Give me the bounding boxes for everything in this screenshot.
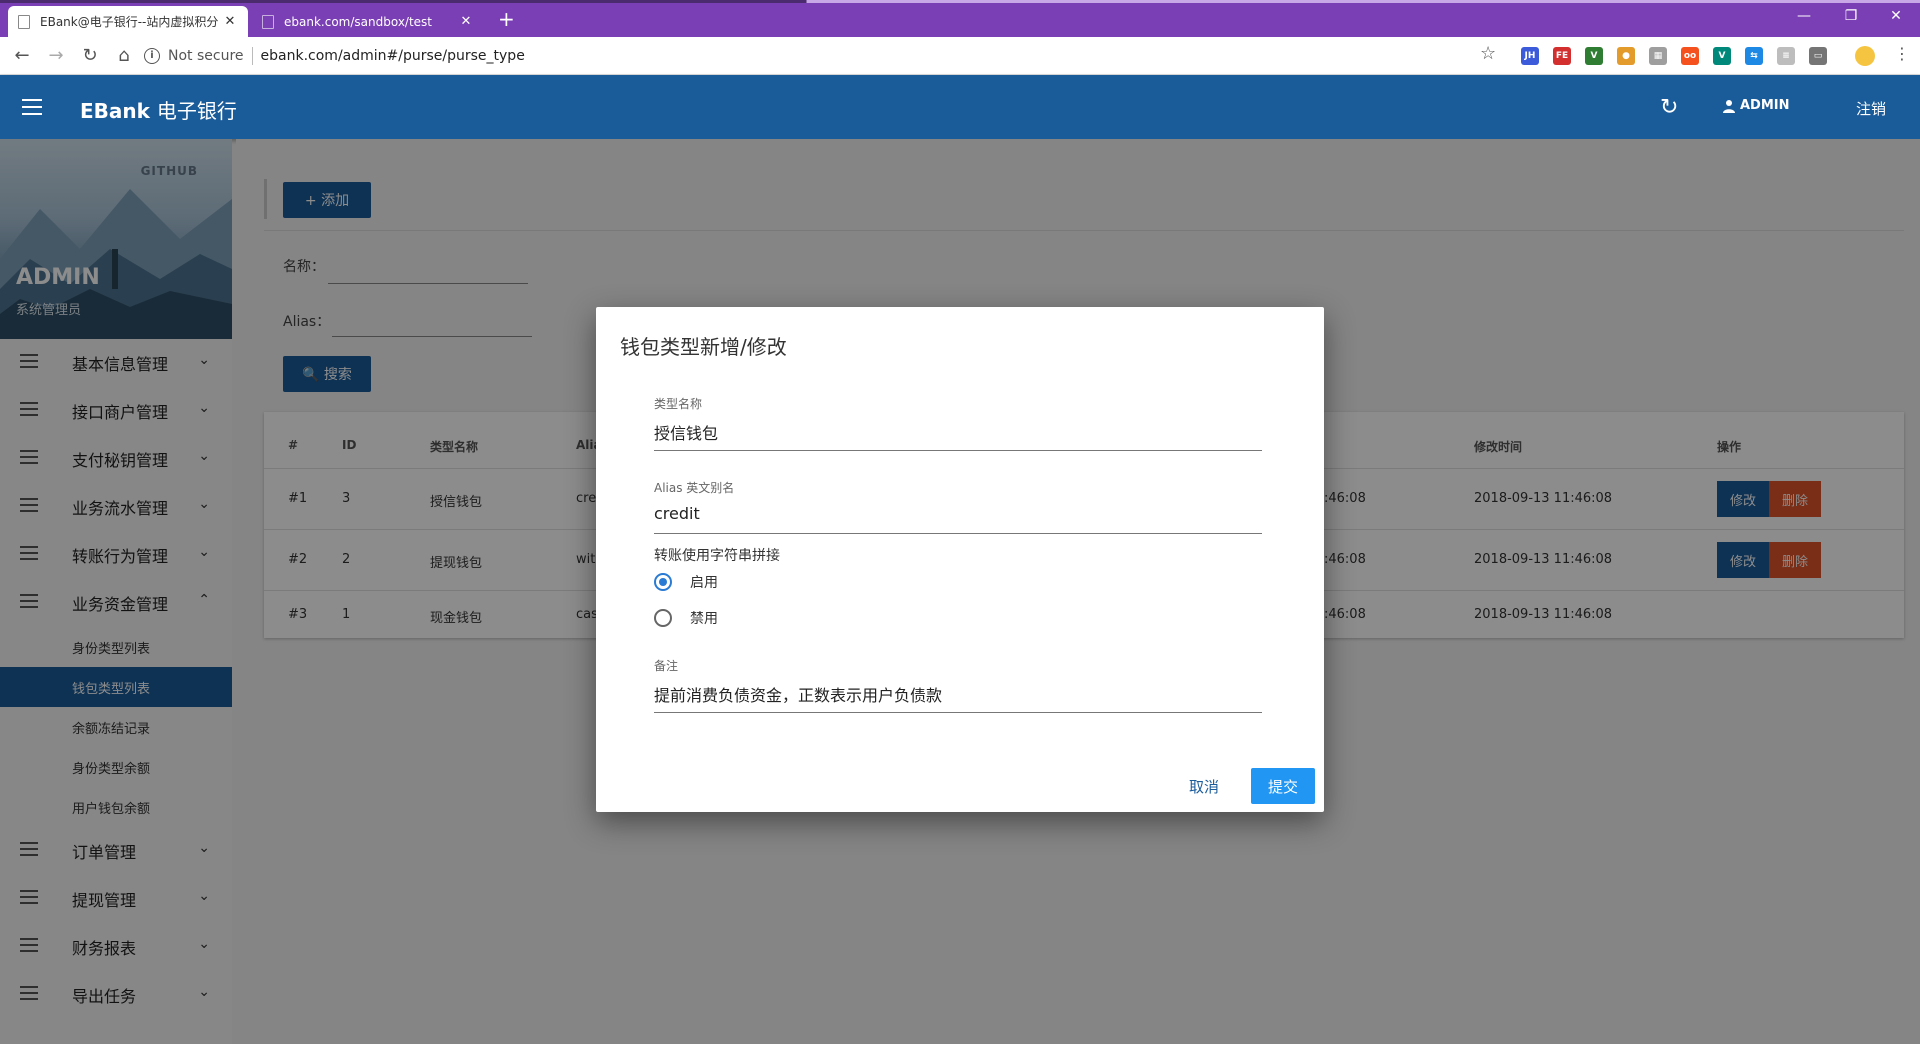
page-icon — [262, 14, 274, 29]
remark-underline — [654, 712, 1262, 713]
purse-type-dialog: 钱包类型新增/修改 类型名称 授信钱包 Alias 英文别名 credit 转账… — [596, 307, 1324, 812]
new-tab-button[interactable]: + — [498, 9, 515, 29]
list-icon[interactable]: ≡ — [1777, 47, 1795, 65]
address-bar[interactable]: i Not secure ebank.com/admin#/purse/purs… — [144, 41, 1484, 71]
user-menu[interactable]: ADMIN — [1722, 98, 1790, 113]
brand-main: EBank — [80, 99, 150, 123]
cancel-button[interactable]: 取消 — [1178, 768, 1230, 804]
user-icon — [1723, 99, 1735, 113]
alias-label: Alias 英文别名 — [654, 481, 735, 495]
back-icon[interactable]: ← — [10, 45, 34, 66]
type-name-underline — [654, 450, 1262, 451]
vue-icon[interactable]: V — [1585, 47, 1603, 65]
remark-input[interactable]: 提前消费负债资金，正数表示用户负债款 — [654, 682, 942, 706]
window-icon[interactable]: ▭ — [1809, 47, 1827, 65]
transfer-mode-legend: 转账使用字符串拼接 — [654, 548, 780, 564]
alias-underline — [654, 533, 1262, 534]
submit-button[interactable]: 提交 — [1251, 768, 1315, 804]
type-name-label: 类型名称 — [654, 397, 703, 411]
remark-label: 备注 — [654, 659, 679, 673]
radio-disable-label: 禁用 — [690, 611, 718, 627]
not-secure-label: Not secure — [168, 48, 244, 64]
translate-icon[interactable]: ⇆ — [1745, 47, 1763, 65]
info-icon[interactable]: i — [144, 48, 160, 64]
menu-toggle-icon[interactable] — [22, 99, 42, 115]
tab-title: ebank.com/sandbox/test — [284, 14, 433, 29]
minimize-button[interactable]: — — [1794, 8, 1814, 24]
restore-button[interactable]: ❐ — [1841, 8, 1861, 24]
dialog-title: 钱包类型新增/修改 — [620, 335, 787, 359]
jh-icon[interactable]: JH — [1521, 47, 1539, 65]
page-icon — [18, 14, 30, 29]
browser-tab-active[interactable]: EBank@电子银行--站内虚拟积分 ✕ — [8, 6, 248, 37]
tab-title: EBank@电子银行--站内虚拟积分 — [40, 15, 219, 29]
logout-button[interactable]: 注销 — [1856, 98, 1886, 119]
alias-input[interactable]: credit — [654, 504, 700, 523]
fe-icon[interactable]: FE — [1553, 47, 1571, 65]
close-tab-icon[interactable]: ✕ — [222, 14, 238, 29]
close-window-button[interactable]: ✕ — [1886, 8, 1906, 24]
grid-icon[interactable]: ▦ — [1649, 47, 1667, 65]
forward-icon[interactable]: → — [44, 45, 68, 66]
browser-tab[interactable]: ebank.com/sandbox/test ✕ — [252, 6, 484, 37]
oo-icon[interactable]: oo — [1681, 47, 1699, 65]
home-icon[interactable]: ⌂ — [112, 45, 136, 66]
radio-checked-icon — [654, 573, 672, 591]
refresh-icon[interactable]: ↻ — [1660, 95, 1678, 120]
brand-title: EBank 电子银行 — [80, 95, 237, 124]
close-tab-icon[interactable]: ✕ — [458, 14, 474, 29]
radio-unchecked-icon — [654, 609, 672, 627]
url-text[interactable]: ebank.com/admin#/purse/purse_type — [261, 48, 525, 64]
radio-enable-label: 启用 — [690, 575, 718, 591]
bookmark-star-icon[interactable]: ☆ — [1480, 43, 1496, 64]
profile-avatar[interactable] — [1855, 46, 1875, 66]
brand-cn: 电子银行 — [156, 99, 237, 123]
vue2-icon[interactable]: V — [1713, 47, 1731, 65]
url-divider — [251, 47, 253, 65]
app-header: EBank 电子银行 ↻ ADMIN 注销 — [0, 75, 1920, 139]
radio-disable[interactable]: 禁用 — [654, 608, 718, 628]
radio-enable[interactable]: 启用 — [654, 572, 718, 592]
reload-icon[interactable]: ↻ — [78, 45, 102, 66]
user-name: ADMIN — [1740, 98, 1790, 113]
type-name-input[interactable]: 授信钱包 — [654, 420, 718, 444]
browser-tab-bar: EBank@电子银行--站内虚拟积分 ✕ ebank.com/sandbox/t… — [0, 0, 1920, 37]
cookie-icon[interactable]: ● — [1617, 47, 1635, 65]
tab-bar-accent — [0, 0, 1920, 3]
browser-menu-icon[interactable]: ⋮ — [1894, 44, 1910, 63]
